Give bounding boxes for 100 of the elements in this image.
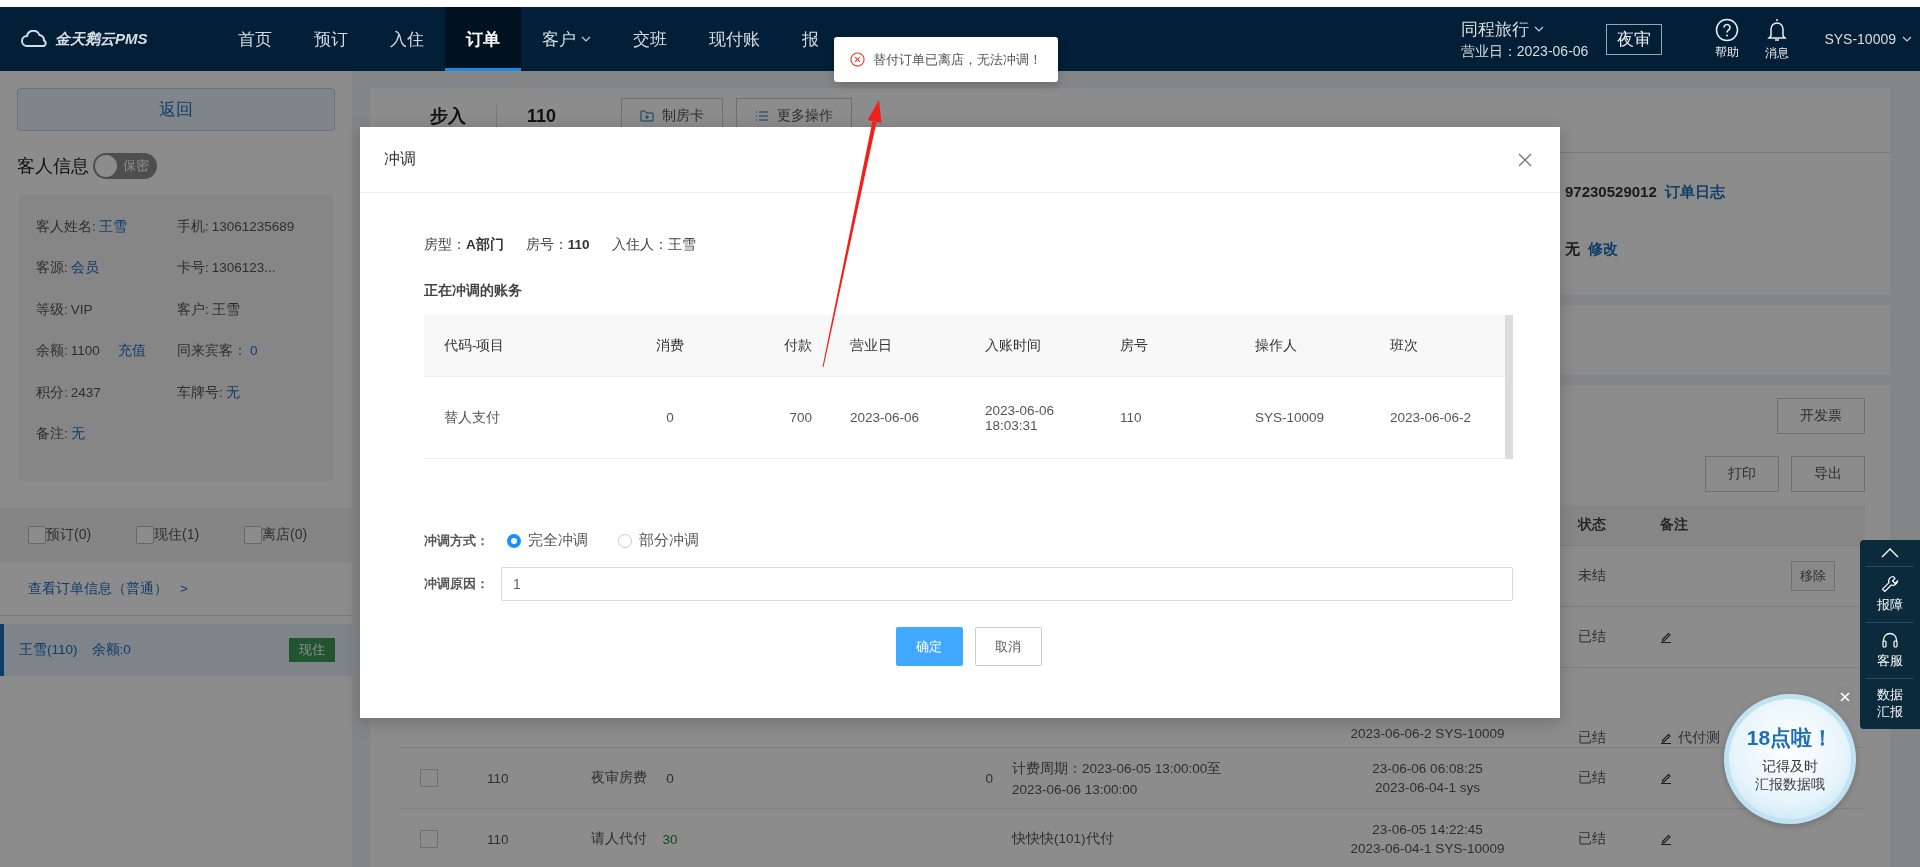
chevron-down-icon bbox=[1533, 26, 1544, 32]
table-cell: SYS-10009 bbox=[1255, 410, 1325, 425]
table-cell: 已结 bbox=[1578, 629, 1606, 644]
field-value: 2437 bbox=[70, 384, 101, 400]
table-cell: 0 bbox=[985, 770, 993, 786]
export-button[interactable]: 导出 bbox=[1791, 456, 1865, 492]
field-link[interactable]: 王雪 bbox=[98, 218, 127, 234]
nav-tab[interactable]: 预订 bbox=[293, 7, 369, 71]
fault-report-button[interactable]: 报障 bbox=[1866, 567, 1914, 623]
order-log-link[interactable]: 订单日志 bbox=[1664, 183, 1725, 202]
remove-button[interactable]: 移除 bbox=[1791, 561, 1835, 591]
room-list-item[interactable]: 王雪(110) 余额:0 现住 bbox=[0, 624, 352, 676]
edit-link[interactable]: 修改 bbox=[1588, 240, 1618, 259]
back-button[interactable]: 返回 bbox=[17, 88, 335, 131]
toast-message: 替付订单已离店，无法冲调！ bbox=[873, 50, 1042, 69]
column-header: 营业日 bbox=[850, 337, 892, 353]
order-info-link[interactable]: 查看订单信息（普通） bbox=[28, 579, 168, 598]
headset-icon bbox=[1881, 631, 1899, 649]
data-report-button[interactable]: 数据汇报 bbox=[1866, 679, 1914, 729]
wrench-icon bbox=[1881, 575, 1899, 593]
table-cell: 2023-06-04-1 SYS-10009 bbox=[1350, 841, 1505, 856]
status-tag: 现住 bbox=[289, 638, 335, 662]
folder-icon bbox=[640, 110, 655, 122]
field-link[interactable]: 无 bbox=[70, 426, 85, 442]
close-icon[interactable] bbox=[1518, 152, 1532, 167]
radio-button[interactable] bbox=[507, 533, 521, 548]
nav-tab[interactable]: 现付账 bbox=[688, 7, 781, 71]
table-cell-text: 快快快(101)代付 bbox=[1012, 830, 1115, 848]
table-cell: 30 bbox=[662, 831, 678, 847]
pencil-icon[interactable] bbox=[1660, 631, 1672, 643]
hotel-selector[interactable]: 同程旅行 bbox=[1460, 17, 1589, 41]
night-audit-button[interactable]: 夜审 bbox=[1606, 23, 1663, 55]
field-link[interactable]: 会员 bbox=[70, 260, 99, 276]
field-label: 车牌号: bbox=[177, 384, 223, 400]
print-button[interactable]: 打印 bbox=[1705, 456, 1779, 492]
reason-field[interactable]: 1 bbox=[501, 567, 1513, 601]
table-cell: 请人代付 bbox=[591, 831, 647, 846]
field-value: 13061235689 bbox=[211, 218, 295, 234]
table-cell: 2023-06-06 bbox=[850, 410, 920, 425]
table-cell: 夜审房费 bbox=[591, 770, 647, 785]
section-title: 客人信息 bbox=[17, 155, 89, 178]
column-header: 消费 bbox=[656, 337, 684, 353]
field-label: 等级: bbox=[36, 301, 68, 317]
section-title: 正在冲调的账务 bbox=[424, 282, 523, 300]
column-header: 入账时间 bbox=[985, 337, 1041, 353]
table-cell: 2023-06-06 18:03:31 bbox=[985, 402, 1055, 433]
chevron-link[interactable]: > bbox=[180, 581, 188, 596]
radio-option[interactable]: 部分冲调 bbox=[618, 531, 699, 550]
pencil-icon[interactable] bbox=[1660, 732, 1672, 744]
user-menu[interactable]: SYS-10009 bbox=[1824, 31, 1912, 47]
filter-label: 预订(0) bbox=[46, 526, 92, 544]
table-cell: 700 bbox=[789, 410, 812, 425]
pencil-icon[interactable] bbox=[1660, 772, 1672, 784]
field-label: 客人姓名: bbox=[36, 218, 96, 234]
guest-room: 王雪(110) bbox=[19, 641, 78, 659]
table-cell: 110 bbox=[487, 831, 509, 847]
checkbox[interactable] bbox=[420, 830, 438, 848]
recharge-link[interactable]: 充值 bbox=[117, 343, 146, 359]
nav-tab[interactable]: 客户 bbox=[521, 7, 612, 71]
table-cell: 23-06-06 06:08:25 bbox=[1372, 761, 1483, 776]
check-in-type: 步入 bbox=[430, 105, 466, 128]
help-button[interactable]: 帮助 bbox=[1702, 17, 1753, 61]
pencil-icon[interactable] bbox=[1660, 833, 1672, 845]
app-logo: 金天鹅云PMS bbox=[55, 29, 148, 49]
chevron-up-icon bbox=[1881, 548, 1899, 558]
table-cell-text: 计费周期：2023-06-05 13:00:00至 bbox=[1012, 759, 1223, 778]
table-cell: 0 bbox=[666, 770, 674, 786]
error-icon bbox=[850, 52, 865, 67]
field-label: 冲调方式： bbox=[424, 531, 489, 550]
nav-tab[interactable]: 订单 bbox=[445, 7, 521, 71]
nav-tab[interactable]: 入住 bbox=[369, 7, 445, 71]
column-header: 状态 bbox=[1578, 517, 1606, 532]
field-link[interactable]: 0 bbox=[250, 343, 258, 359]
field-link[interactable]: 无 bbox=[225, 384, 240, 400]
radio-option[interactable]: 完全冲调 bbox=[507, 531, 588, 550]
column-header: 班次 bbox=[1390, 337, 1418, 353]
bubble-headline: 18点啦！ bbox=[1746, 725, 1834, 751]
invoice-button[interactable]: 开发票 bbox=[1777, 398, 1865, 434]
order-number: 97230529012 bbox=[1565, 183, 1657, 202]
cancel-button[interactable]: 取消 bbox=[974, 627, 1042, 666]
nav-tab[interactable]: 首页 bbox=[217, 7, 293, 71]
business-date: 营业日：2023-06-06 bbox=[1460, 42, 1589, 61]
checkbox[interactable] bbox=[420, 769, 438, 787]
field-label: 积分: bbox=[36, 384, 68, 400]
field-value: VIP bbox=[70, 301, 93, 317]
nav-tab[interactable]: 交班 bbox=[612, 7, 688, 71]
support-button[interactable]: 客服 bbox=[1866, 623, 1914, 679]
column-header: 备注 bbox=[1660, 516, 1688, 534]
checkbox[interactable] bbox=[136, 526, 154, 544]
table-cell: 23-06-05 14:22:45 bbox=[1372, 822, 1483, 837]
table-cell: 已结 bbox=[1578, 730, 1606, 745]
room-number: 110 bbox=[527, 105, 557, 127]
field-value: 王雪 bbox=[211, 301, 240, 317]
table-cell: 110 bbox=[1120, 410, 1142, 425]
field-value: 1306123... bbox=[211, 260, 276, 276]
field-label: 冲调原因： bbox=[424, 575, 489, 593]
checkbox[interactable] bbox=[244, 526, 262, 544]
table-cell: 替人支付 bbox=[444, 409, 500, 425]
checkbox[interactable] bbox=[28, 526, 46, 544]
messages-button[interactable]: 消息 bbox=[1752, 16, 1803, 62]
